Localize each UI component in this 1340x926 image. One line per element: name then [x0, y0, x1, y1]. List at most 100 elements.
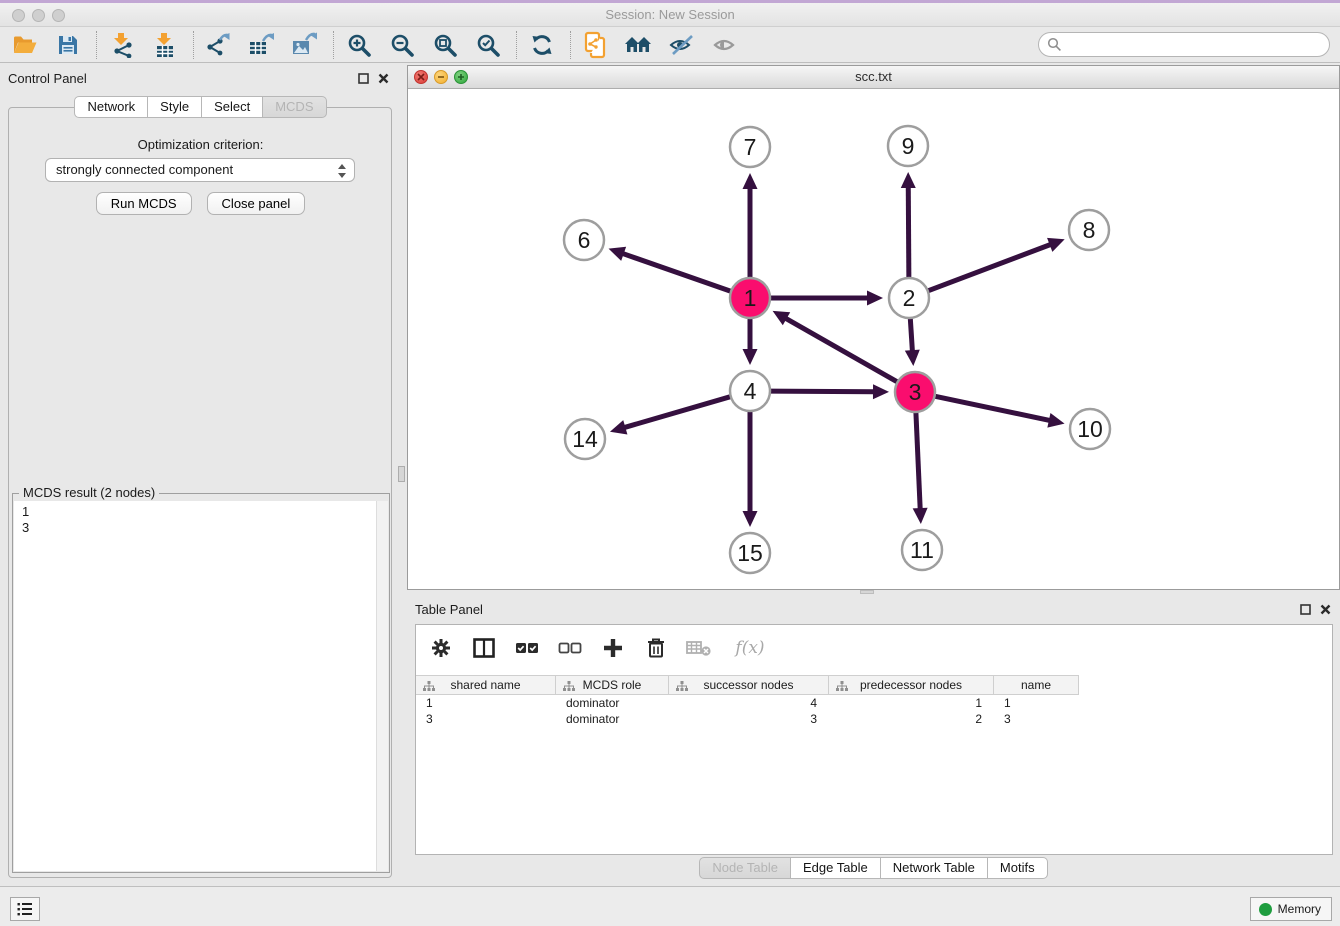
status-bar: Memory: [0, 886, 1340, 926]
tab-mcds[interactable]: MCDS: [263, 96, 326, 118]
tab-select[interactable]: Select: [202, 96, 263, 118]
table-cell: dominator: [556, 711, 669, 727]
column-header-label: successor nodes: [703, 678, 793, 692]
graph-node-8[interactable]: 8: [1069, 210, 1109, 250]
main-titlebar: Session: New Session: [0, 3, 1340, 27]
column-header-successor-nodes[interactable]: successor nodes: [669, 675, 829, 695]
graph-node-11[interactable]: 11: [902, 530, 942, 570]
result-scrollbar[interactable]: [376, 501, 388, 871]
network-window: scc.txt 7968124314101511: [407, 65, 1340, 590]
table-settings-gear-icon[interactable]: [428, 635, 454, 661]
close-table-panel-icon[interactable]: [1318, 602, 1332, 616]
export-network-icon[interactable]: [204, 30, 234, 60]
table-row[interactable]: 3dominator323: [416, 711, 1079, 727]
hide-selected-icon[interactable]: [667, 30, 697, 60]
delete-columns-icon[interactable]: [643, 635, 669, 661]
run-mcds-button[interactable]: Run MCDS: [96, 192, 192, 215]
column-header-MCDS-role[interactable]: MCDS role: [556, 675, 669, 695]
column-header-predecessor-nodes[interactable]: predecessor nodes: [829, 675, 994, 695]
graph-edge-2-8[interactable]: [928, 244, 1052, 291]
table-toolbar: f(x): [416, 625, 1332, 671]
graph-edge-2-9[interactable]: [908, 186, 909, 278]
control-panel-tabs: NetworkStyleSelectMCDS: [0, 96, 401, 118]
graph-node-14[interactable]: 14: [565, 419, 605, 459]
zoom-in-icon[interactable]: [344, 30, 374, 60]
clone-network-icon[interactable]: [581, 30, 611, 60]
create-column-icon[interactable]: [600, 635, 626, 661]
refresh-layout-icon[interactable]: [527, 30, 557, 60]
fx-label: f(x): [735, 638, 764, 658]
graph-edge-arrowhead: [610, 420, 627, 434]
graph-edge-3-10[interactable]: [935, 396, 1051, 421]
table-cell: 1: [416, 695, 556, 711]
float-table-panel-icon[interactable]: [1298, 602, 1312, 616]
select-stepper-icon: [337, 163, 347, 179]
svg-text:6: 6: [578, 227, 591, 253]
graph-edge-arrowhead: [901, 172, 916, 188]
tab-motifs[interactable]: Motifs: [988, 857, 1048, 879]
svg-text:1: 1: [744, 285, 757, 311]
svg-text:14: 14: [572, 426, 598, 452]
import-table-icon[interactable]: [150, 30, 180, 60]
graph-node-3[interactable]: 3: [895, 372, 935, 412]
graph-edge-4-14[interactable]: [623, 397, 730, 428]
tab-edge-table[interactable]: Edge Table: [791, 857, 881, 879]
close-panel-icon[interactable]: [376, 71, 390, 85]
column-header-shared-name[interactable]: shared name: [416, 675, 556, 695]
graph-node-9[interactable]: 9: [888, 126, 928, 166]
optimization-criterion-label: Optimization criterion:: [0, 137, 401, 152]
graph-node-15[interactable]: 15: [730, 533, 770, 573]
tab-style[interactable]: Style: [148, 96, 202, 118]
first-neighbors-icon[interactable]: [624, 30, 654, 60]
graph-edge-2-3[interactable]: [910, 318, 912, 352]
table-body: 1dominator4113dominator323: [416, 695, 1079, 727]
export-table-icon[interactable]: [247, 30, 277, 60]
function-builder-icon-disabled: f(x): [729, 635, 771, 661]
table-panel-title: Table Panel: [415, 602, 483, 617]
toolbar-separator: [333, 31, 334, 59]
zoom-fit-icon[interactable]: [430, 30, 460, 60]
graph-node-4[interactable]: 4: [730, 371, 770, 411]
graph-edge-4-3[interactable]: [770, 391, 875, 392]
graph-edge-1-6[interactable]: [622, 253, 731, 291]
tab-network-table[interactable]: Network Table: [881, 857, 988, 879]
open-session-icon[interactable]: [10, 30, 40, 60]
select-all-columns-icon[interactable]: [514, 635, 540, 661]
memory-button[interactable]: Memory: [1250, 897, 1332, 921]
graph-node-2[interactable]: 2: [889, 278, 929, 318]
graph-node-10[interactable]: 10: [1070, 409, 1110, 449]
node-table: shared name MCDS role successor nodes prede…: [416, 675, 1079, 727]
graph-node-1[interactable]: 1: [730, 278, 770, 318]
tab-node-table[interactable]: Node Table: [699, 857, 791, 879]
graph-node-7[interactable]: 7: [730, 127, 770, 167]
column-header-name[interactable]: name: [994, 675, 1079, 695]
zoom-out-icon[interactable]: [387, 30, 417, 60]
close-panel-button[interactable]: Close panel: [207, 192, 306, 215]
network-graph[interactable]: 7 9 6 8 1 2 4 3 14 10 15 11: [408, 89, 1339, 589]
memory-label: Memory: [1278, 902, 1321, 916]
unselect-all-columns-icon[interactable]: [557, 635, 583, 661]
save-session-icon[interactable]: [53, 30, 83, 60]
export-image-icon[interactable]: [290, 30, 320, 60]
vertical-splitter-grip[interactable]: [398, 466, 405, 482]
criterion-select[interactable]: strongly connected component: [45, 158, 355, 182]
float-panel-icon[interactable]: [356, 71, 370, 85]
graph-node-6[interactable]: 6: [564, 220, 604, 260]
graph-edge-arrowhead: [743, 349, 758, 365]
tab-network[interactable]: Network: [74, 96, 148, 118]
table-mode-icon[interactable]: [471, 635, 497, 661]
import-network-icon[interactable]: [107, 30, 137, 60]
show-all-icon[interactable]: [710, 30, 740, 60]
table-row[interactable]: 1dominator411: [416, 695, 1079, 711]
horizontal-splitter-grip[interactable]: [860, 590, 874, 594]
mcds-result-list[interactable]: 13: [14, 501, 376, 871]
graph-edge-3-1[interactable]: [785, 318, 898, 382]
search-input[interactable]: [1038, 32, 1330, 57]
table-cell: 3: [669, 711, 829, 727]
task-history-button[interactable]: [10, 897, 40, 921]
graph-edge-3-11[interactable]: [916, 412, 920, 510]
zoom-selected-icon[interactable]: [473, 30, 503, 60]
svg-text:7: 7: [744, 134, 757, 160]
column-header-label: shared name: [450, 678, 520, 692]
svg-text:8: 8: [1083, 217, 1096, 243]
